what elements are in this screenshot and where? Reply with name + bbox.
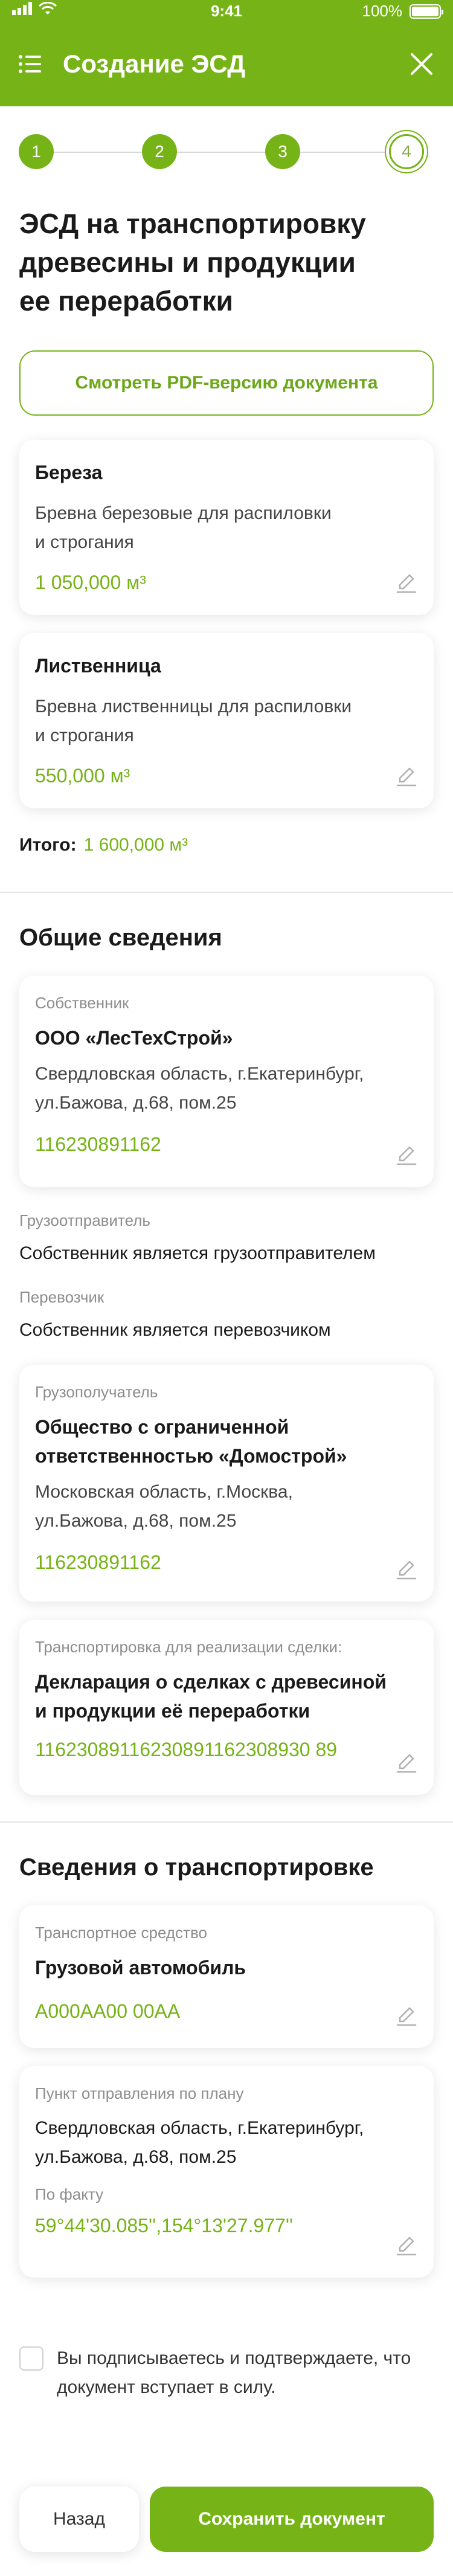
app-title: Создание ЭСД bbox=[63, 50, 246, 78]
agree-row: Вы подписываетесь и подтверждаете, что до… bbox=[19, 2344, 434, 2402]
battery-percent: 100% bbox=[362, 2, 403, 20]
section-divider bbox=[0, 1821, 453, 1823]
owner-inn: 116230891162 bbox=[35, 1133, 161, 1155]
edit-icon[interactable] bbox=[395, 2004, 418, 2027]
consignee-address: Московская область, г.Москва, ул.Бажова, … bbox=[35, 1482, 293, 1531]
fact-label: По факту bbox=[35, 2185, 104, 2203]
step-4-current[interactable]: 4 bbox=[389, 134, 424, 169]
vehicle-name: Грузовой автомобиль bbox=[35, 1957, 246, 1979]
section-divider bbox=[0, 892, 453, 893]
vehicle-plate: А000АА00 00АА bbox=[35, 2000, 181, 2022]
agree-text: Вы подписываетесь и подтверждаете, что до… bbox=[57, 2348, 411, 2397]
page-title: ЭСД на транспортировку древесины и проду… bbox=[19, 208, 366, 317]
route-label: Пункт отправления по плану bbox=[35, 2084, 244, 2102]
owner-card: Собственник ООО «ЛесТехСтрой» Свердловск… bbox=[19, 976, 434, 1187]
owner-name: ООО «ЛесТехСтрой» bbox=[35, 1027, 233, 1049]
status-bar: 9:41 100% bbox=[0, 0, 453, 22]
deal-label: Транспортировка для реализации сделки: bbox=[35, 1638, 342, 1656]
edit-icon[interactable] bbox=[395, 2234, 418, 2257]
product-card-birch: Береза Бревна березовые для распиловки и … bbox=[19, 440, 434, 615]
route-address: Свердловская область, г.Екатеринбург, ул.… bbox=[35, 2118, 364, 2167]
owner-label: Собственник bbox=[35, 994, 129, 1012]
consignee-inn: 116230891162 bbox=[35, 1551, 161, 1573]
carrier-value: Собственник является перевозчиком bbox=[19, 1320, 331, 1340]
product-volume: 550,000 м³ bbox=[35, 765, 130, 787]
vehicle-card: Транспортное средство Грузовой автомобил… bbox=[19, 1905, 434, 2048]
owner-address: Свердловская область, г.Екатеринбург, ул.… bbox=[35, 1064, 364, 1113]
deal-card: Транспортировка для реализации сделки: Д… bbox=[19, 1620, 434, 1795]
stepper-line bbox=[36, 152, 417, 153]
agree-checkbox[interactable] bbox=[19, 2346, 43, 2371]
edit-icon[interactable] bbox=[395, 1751, 418, 1774]
back-button[interactable]: Назад bbox=[19, 2487, 139, 2552]
route-card: Пункт отправления по плану Свердловская … bbox=[19, 2066, 434, 2278]
shipper-block: Грузоотправитель Собственник является гр… bbox=[19, 1211, 434, 1264]
close-icon[interactable] bbox=[408, 51, 435, 77]
menu-list-icon[interactable] bbox=[18, 52, 42, 76]
product-description: Бревна лиственницы для распиловки и строг… bbox=[35, 697, 352, 745]
vehicle-label: Транспортное средство bbox=[35, 1924, 207, 1942]
edit-icon[interactable] bbox=[395, 765, 418, 788]
product-name: Береза bbox=[35, 462, 103, 483]
product-description: Бревна березовые для распиловки и строган… bbox=[35, 503, 332, 552]
consignee-label: Грузополучатель bbox=[35, 1383, 158, 1401]
consignee-card: Грузополучатель Общество с ограниченной о… bbox=[19, 1365, 434, 1602]
total-volume: Итого: 1 600,000 м³ bbox=[19, 835, 188, 855]
fact-coords: 59°44'30.085'',154°13'27.977'' bbox=[35, 2215, 294, 2236]
edit-icon[interactable] bbox=[395, 1558, 418, 1581]
shipper-value: Собственник является грузоотправителем bbox=[19, 1243, 376, 1263]
step-2[interactable]: 2 bbox=[142, 134, 177, 169]
battery-area: 100% bbox=[362, 2, 443, 21]
app-bar: Создание ЭСД bbox=[0, 22, 453, 106]
edit-icon[interactable] bbox=[395, 572, 418, 594]
view-pdf-button[interactable]: Смотреть PDF-версию документа bbox=[19, 350, 434, 416]
deal-number: 11623089116230891162308930 89 bbox=[35, 1739, 338, 1760]
section-title-general: Общие сведения bbox=[19, 924, 222, 951]
save-document-button[interactable]: Сохранить документ bbox=[150, 2487, 434, 2552]
consignee-name: Общество с ограниченной ответственностью … bbox=[35, 1416, 347, 1467]
deal-name: Декларация о сделках с древесиной и проду… bbox=[35, 1671, 387, 1722]
edit-icon[interactable] bbox=[395, 1144, 418, 1167]
stepper: 1 2 3 4 bbox=[0, 124, 453, 179]
footer-actions: Назад Сохранить документ bbox=[0, 2487, 453, 2552]
step-3[interactable]: 3 bbox=[265, 134, 300, 169]
product-volume: 1 050,000 м³ bbox=[35, 572, 146, 593]
carrier-block: Перевозчик Собственник является перевозч… bbox=[19, 1288, 434, 1341]
carrier-label: Перевозчик bbox=[19, 1288, 104, 1306]
section-title-transport: Сведения о транспортировке bbox=[19, 1854, 374, 1881]
product-card-larch: Лиственница Бревна лиственницы для распи… bbox=[19, 633, 434, 808]
step-1[interactable]: 1 bbox=[19, 134, 54, 169]
battery-icon bbox=[410, 4, 443, 19]
product-name: Лиственница bbox=[35, 655, 161, 677]
shipper-label: Грузоотправитель bbox=[19, 1211, 150, 1229]
